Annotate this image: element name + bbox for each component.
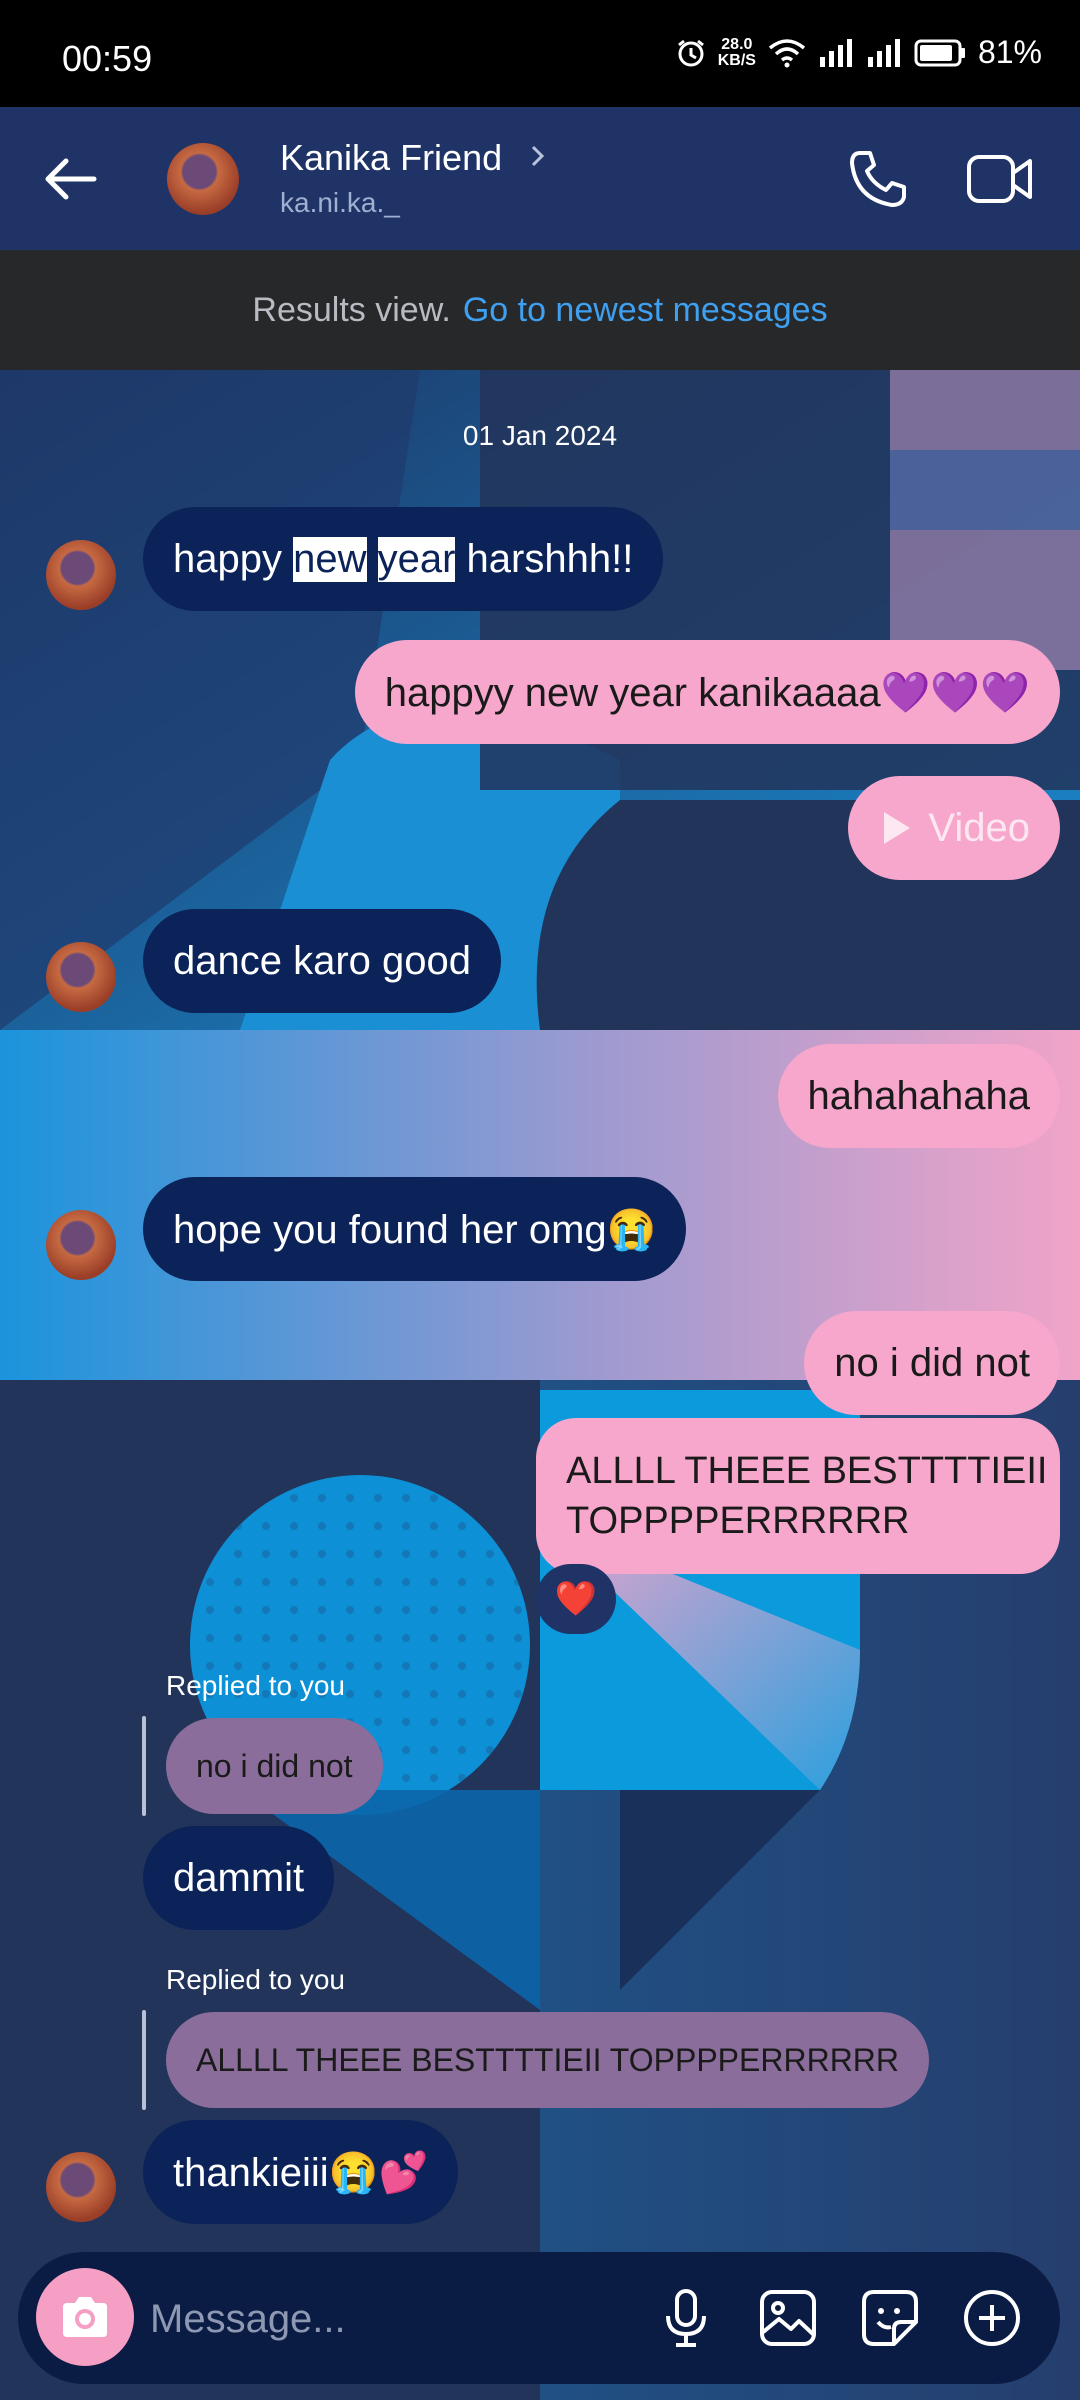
message-bubble-outgoing[interactable]: ALLLL THEEE BESTTTTIEII TOPPPPERRRRRR [536,1418,1060,1574]
quoted-text: no i did not [196,1747,353,1784]
back-arrow-icon[interactable] [40,149,100,209]
message-text: no i did not [834,1340,1030,1385]
message-text: thankieiii😭💕 [173,2150,429,2195]
results-view-label: Results view. [252,290,451,329]
message-text: hope you found her omg😭 [173,1207,657,1252]
video-message-bubble[interactable]: Video [848,776,1060,880]
network-speed-unit: KB/S [717,51,756,69]
status-bar: 00:59 28.0 KB/S 81% [0,0,1080,107]
signal-icon [867,38,900,67]
network-speed: 28.0 KB/S [717,35,756,69]
reply-indicator-line [142,1716,146,1816]
go-to-newest-link[interactable]: Go to newest messages [463,291,828,330]
message-bubble-outgoing[interactable]: hahahahaha [777,1044,1060,1148]
quoted-message[interactable]: no i did not [166,1718,383,1814]
quoted-message[interactable]: ALLLL THEEE BESTTTTIEII TOPPPPERRRRRR [166,2012,930,2108]
message-text: happyy new year kanikaaaa💜💜💜 [384,670,1030,715]
message-text: dance karo good [173,938,472,983]
sender-avatar[interactable] [46,1210,116,1280]
camera-button[interactable] [36,2268,134,2366]
search-highlight: year [377,536,456,582]
sender-avatar[interactable] [46,540,116,610]
search-highlight: new [293,536,367,582]
message-bubble-incoming[interactable]: dance karo good [143,909,502,1013]
sender-avatar[interactable] [46,942,116,1012]
play-icon [884,812,911,844]
video-label: Video [928,805,1030,850]
message-text: happy [173,536,294,581]
heart-reaction-icon: ❤️ [554,1580,598,1618]
message-composer [18,2252,1060,2384]
microphone-button[interactable] [648,2280,724,2356]
message-text [367,537,378,582]
message-input[interactable] [148,2288,632,2350]
gallery-icon [760,2290,816,2346]
message-text-line: ALLLL THEEE BESTTTTIEII [566,1450,1048,1492]
message-text: hahahahaha [807,1073,1030,1118]
replied-to-you-label: Replied to you [166,1964,346,1995]
date-separator: 01 Jan 2024 [462,420,618,451]
contact-handle: ka.ni.ka._ [280,187,400,218]
video-call-icon[interactable] [966,151,1034,207]
message-text: dammit [173,1855,305,1900]
status-time: 00:59 [62,38,153,79]
reply-indicator-line [142,2010,146,2110]
message-bubble-outgoing[interactable]: happyy new year kanikaaaa💜💜💜 [354,640,1060,744]
sticker-button[interactable] [852,2280,928,2356]
battery-icon [914,39,965,66]
chat-header: Kanika Friend ka.ni.ka._ [0,107,1080,250]
microphone-icon [666,2289,706,2347]
message-text: harshhh!! [455,536,634,581]
message-text-line: TOPPPPERRRRRR [566,1500,910,1542]
plus-circle-icon [964,2290,1020,2346]
gallery-button[interactable] [750,2280,826,2356]
message-bubble-incoming[interactable]: hope you found her omg😭 [143,1177,687,1281]
contact-name[interactable]: Kanika Friend [280,137,502,179]
sender-avatar[interactable] [46,2152,116,2222]
message-bubble-incoming[interactable]: dammit [143,1826,335,1930]
battery-percent: 81% [977,34,1042,70]
message-bubble-incoming[interactable]: thankieiii😭💕 [143,2120,459,2224]
contact-avatar[interactable] [167,143,239,215]
phone-icon[interactable] [846,147,910,211]
signal-icon [819,38,852,67]
sticker-icon [862,2290,918,2346]
chevron-right-icon[interactable] [528,141,548,171]
wifi-icon [768,38,806,67]
camera-icon [63,2297,107,2337]
alarm-icon [677,39,704,66]
more-options-button[interactable] [954,2280,1030,2356]
status-icons: 28.0 KB/S 81% [676,34,1042,71]
network-speed-value: 28.0 [721,35,753,53]
reaction-badge[interactable]: ❤️ [536,1564,616,1634]
results-view-bar: Results view. Go to newest messages [0,250,1080,370]
message-bubble-outgoing[interactable]: no i did not [804,1311,1060,1415]
replied-to-you-label: Replied to you [166,1670,346,1701]
message-bubble-incoming[interactable]: happy new year harshhh!! [143,507,664,611]
quoted-text: ALLLL THEEE BESTTTTIEII TOPPPPERRRRRR [196,2041,900,2078]
